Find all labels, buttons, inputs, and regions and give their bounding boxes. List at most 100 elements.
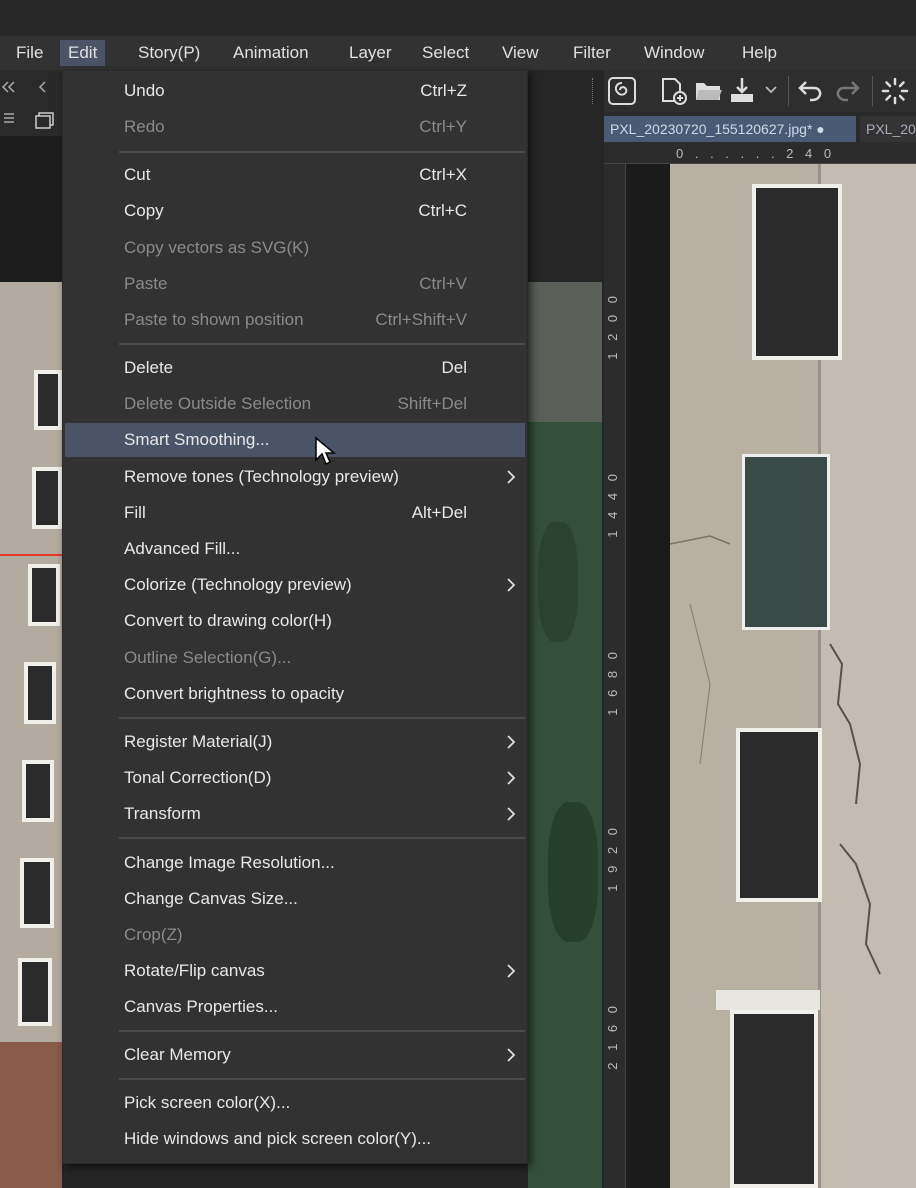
list-menu-icon[interactable] — [2, 112, 16, 124]
document-tab-active[interactable]: PXL_20230720_155120627.jpg* ● — [604, 116, 856, 142]
menu-item-label: Transform — [124, 804, 201, 823]
menu-item-convert-brightness-to-opacity[interactable]: Convert brightness to opacity — [65, 677, 525, 711]
menu-item-clear-memory[interactable]: Clear Memory — [65, 1038, 525, 1072]
menu-item-register-material[interactable]: Register Material(J) — [65, 725, 525, 759]
menu-item-label: Pick screen color(X)... — [124, 1093, 291, 1112]
menu-item-change-image-resolution[interactable]: Change Image Resolution... — [65, 846, 525, 880]
menu-separator — [119, 717, 525, 719]
panel-grip[interactable] — [592, 78, 594, 104]
menu-help[interactable]: Help — [734, 40, 785, 66]
chevron-right-icon — [507, 771, 516, 785]
chevron-down-icon[interactable] — [764, 84, 778, 96]
menu-file[interactable]: File — [8, 40, 51, 66]
menu-view[interactable]: View — [494, 40, 547, 66]
chevron-right-icon — [507, 470, 516, 484]
menu-item-shortcut: Del — [441, 358, 467, 377]
canvas-photo[interactable] — [670, 164, 916, 1188]
menu-item-cut[interactable]: Cut Ctrl+X — [65, 158, 525, 192]
horizontal-ruler[interactable]: 0 . . . . . . 2 4 0 — [604, 142, 916, 164]
menu-item-label: Outline Selection(G)... — [124, 648, 292, 667]
menu-item-transform[interactable]: Transform — [65, 797, 525, 831]
menu-item-rotate-flip-canvas[interactable]: Rotate/Flip canvas — [65, 954, 525, 988]
menu-item-label: Register Material(J) — [124, 732, 273, 751]
window-graphic — [18, 958, 52, 1026]
menu-item-delete-outside-selection: Delete Outside Selection Shift+Del — [65, 387, 525, 421]
wall-cracks — [670, 535, 881, 975]
background-trees — [528, 282, 602, 1188]
menu-item-label: Change Image Resolution... — [124, 853, 335, 872]
ruler-v-label: 1 4 4 0 — [605, 470, 620, 538]
menu-item-convert-to-drawing-color[interactable]: Convert to drawing color(H) — [65, 604, 525, 638]
menu-separator — [119, 1030, 525, 1032]
menu-story[interactable]: Story(P) — [130, 40, 208, 66]
ruler-v-label: 1 2 0 0 — [605, 292, 620, 360]
menu-item-colorize[interactable]: Colorize (Technology preview) — [65, 568, 525, 602]
menu-item-hide-windows-pick-screen-color[interactable]: Hide windows and pick screen color(Y)... — [65, 1122, 525, 1156]
menu-item-label: Smart Smoothing... — [124, 430, 270, 449]
menu-item-label: Convert to drawing color(H) — [124, 611, 332, 630]
loading-spinner-icon — [881, 77, 909, 105]
menu-item-smart-smoothing[interactable]: Smart Smoothing... — [65, 423, 525, 457]
menu-item-shortcut: Shift+Del — [397, 394, 467, 413]
left-canvas-photo — [0, 282, 62, 1188]
menu-item-delete[interactable]: Delete Del — [65, 351, 525, 385]
menu-edit[interactable]: Edit — [60, 40, 106, 66]
undo-icon[interactable] — [796, 76, 826, 106]
menu-item-label: Delete — [124, 358, 174, 377]
menu-item-remove-tones[interactable]: Remove tones (Technology preview) — [65, 460, 525, 494]
document-tab[interactable]: PXL_2023 — [860, 116, 916, 142]
chevron-left-icon[interactable] — [36, 80, 48, 94]
chevron-right-icon — [507, 578, 516, 592]
ruler-v-label: 2 1 6 0 — [605, 1002, 620, 1070]
menu-item-fill[interactable]: Fill Alt+Del — [65, 496, 525, 530]
menu-separator — [119, 1078, 525, 1080]
vertical-ruler[interactable]: 1 2 0 0 1 4 4 0 1 6 8 0 1 9 2 0 2 1 6 0 — [604, 164, 626, 1188]
chevron-right-icon — [507, 964, 516, 978]
left-panel-toolbar — [0, 70, 62, 136]
menu-item-tonal-correction[interactable]: Tonal Correction(D) — [65, 761, 525, 795]
menu-item-shortcut: Ctrl+C — [418, 201, 467, 220]
command-bar — [604, 70, 916, 112]
edit-dropdown-menu: Undo Ctrl+Z Redo Ctrl+Y Cut Ctrl+X Copy … — [62, 70, 528, 1164]
menu-item-undo[interactable]: Undo Ctrl+Z — [65, 74, 525, 108]
app-logo-icon[interactable] — [608, 77, 636, 105]
menu-item-label: Remove tones (Technology preview) — [124, 467, 399, 486]
left-panel-empty — [0, 136, 62, 282]
open-folder-icon[interactable] — [694, 78, 724, 104]
menu-filter[interactable]: Filter — [565, 40, 619, 66]
ruler-v-label: 1 9 2 0 — [605, 824, 620, 892]
menu-item-shortcut: Ctrl+V — [419, 274, 467, 293]
new-file-icon[interactable] — [658, 76, 688, 106]
menu-bar: File Edit Story(P) Animation Layer Selec… — [0, 36, 916, 70]
menu-item-pick-screen-color[interactable]: Pick screen color(X)... — [65, 1086, 525, 1120]
menu-item-redo: Redo Ctrl+Y — [65, 110, 525, 144]
menu-item-label: Change Canvas Size... — [124, 889, 298, 908]
menu-select[interactable]: Select — [414, 40, 477, 66]
menu-item-canvas-properties[interactable]: Canvas Properties... — [65, 990, 525, 1024]
menu-item-label: Paste to shown position — [124, 310, 304, 329]
menu-animation[interactable]: Animation — [225, 40, 317, 66]
menu-item-paste: Paste Ctrl+V — [65, 267, 525, 301]
ruler-h-label: 0 . . . . . . 2 4 0 — [676, 146, 836, 161]
title-bar — [0, 0, 916, 36]
mouse-cursor-icon — [315, 436, 336, 466]
menu-item-outline-selection: Outline Selection(G)... — [65, 641, 525, 675]
redo-icon[interactable] — [832, 76, 862, 106]
menu-item-shortcut: Ctrl+Shift+V — [375, 310, 467, 329]
menu-separator — [119, 343, 525, 345]
menu-item-change-canvas-size[interactable]: Change Canvas Size... — [65, 882, 525, 916]
collapse-panel-icon[interactable] — [0, 80, 16, 94]
menu-item-advanced-fill[interactable]: Advanced Fill... — [65, 532, 525, 566]
menu-item-crop: Crop(Z) — [65, 918, 525, 952]
menu-window[interactable]: Window — [636, 40, 712, 66]
menu-item-label: Rotate/Flip canvas — [124, 961, 265, 980]
menu-item-copy[interactable]: Copy Ctrl+C — [65, 194, 525, 228]
layer-panel-icon[interactable] — [34, 110, 56, 130]
menu-item-shortcut: Ctrl+Z — [420, 81, 467, 100]
menu-layer[interactable]: Layer — [341, 40, 400, 66]
export-icon[interactable] — [728, 76, 762, 106]
menu-item-shortcut: Ctrl+X — [419, 165, 467, 184]
building-base — [0, 1042, 62, 1188]
window-graphic — [20, 858, 54, 928]
menu-item-label: Colorize (Technology preview) — [124, 575, 352, 594]
